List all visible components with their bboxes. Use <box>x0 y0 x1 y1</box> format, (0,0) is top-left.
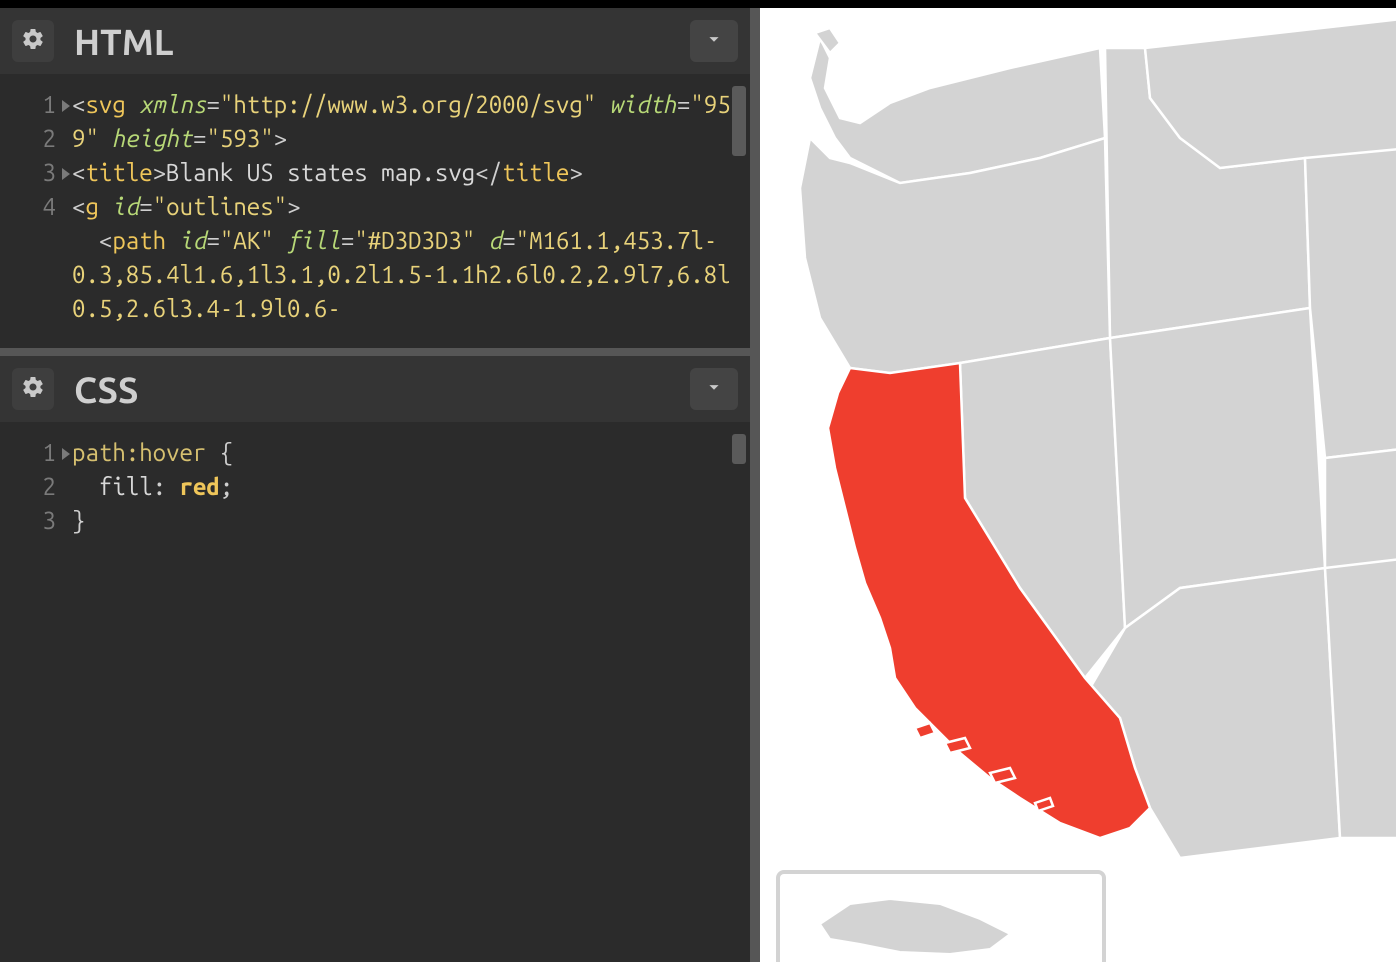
alaska-inset[interactable] <box>780 874 1100 962</box>
css-gutter: 1 2 3 <box>0 422 64 962</box>
line-number: 1 <box>43 91 56 118</box>
alaska-inset-frame <box>776 870 1106 962</box>
css-code-area[interactable]: path:hover { fill: red; } <box>64 422 750 962</box>
css-panel-title: CSS <box>74 369 138 410</box>
line-number: 4 <box>43 193 56 220</box>
html-panel-header: HTML <box>0 8 750 74</box>
fold-arrow-icon[interactable] <box>62 168 70 180</box>
scrollbar-thumb[interactable] <box>732 86 746 156</box>
css-panel-header: CSS <box>0 356 750 422</box>
preview-pane <box>760 8 1396 962</box>
html-scrollbar[interactable] <box>732 86 746 336</box>
state-wy[interactable] <box>1305 148 1396 458</box>
line-number: 2 <box>43 473 56 500</box>
gear-icon <box>21 375 45 403</box>
html-editor[interactable]: 1 2 3 4 <svg xmlns="http://www.w3.org/20… <box>0 74 750 348</box>
css-panel: CSS 1 2 3 path:hover { fill: red; } <box>0 356 750 962</box>
ca-island-1[interactable] <box>915 723 935 738</box>
line-number: 3 <box>43 159 56 186</box>
css-settings-button[interactable] <box>12 368 54 410</box>
html-panel: HTML 1 2 3 4 <svg xmlns="http:/ <box>0 8 750 356</box>
html-settings-button[interactable] <box>12 20 54 62</box>
state-ak-inset[interactable] <box>820 899 1010 954</box>
html-panel-title: HTML <box>74 21 174 62</box>
fold-arrow-icon[interactable] <box>62 448 70 460</box>
us-map-preview[interactable] <box>760 8 1396 928</box>
html-gutter: 1 2 3 4 <box>0 74 64 348</box>
window-top-bar <box>0 0 1396 8</box>
html-collapse-button[interactable] <box>690 20 738 62</box>
main-layout: HTML 1 2 3 4 <svg xmlns="http:/ <box>0 8 1396 962</box>
html-code-area[interactable]: <svg xmlns="http://www.w3.org/2000/svg" … <box>64 74 750 348</box>
editors-pane: HTML 1 2 3 4 <svg xmlns="http:/ <box>0 8 760 962</box>
css-scrollbar[interactable] <box>732 434 746 950</box>
chevron-down-icon <box>703 28 725 54</box>
css-editor[interactable]: 1 2 3 path:hover { fill: red; } <box>0 422 750 962</box>
line-number: 2 <box>43 125 56 152</box>
chevron-down-icon <box>703 376 725 402</box>
css-collapse-button[interactable] <box>690 368 738 410</box>
line-number: 1 <box>43 439 56 466</box>
fold-arrow-icon[interactable] <box>62 100 70 112</box>
scrollbar-thumb[interactable] <box>732 434 746 464</box>
gear-icon <box>21 27 45 55</box>
line-number: 3 <box>43 507 56 534</box>
